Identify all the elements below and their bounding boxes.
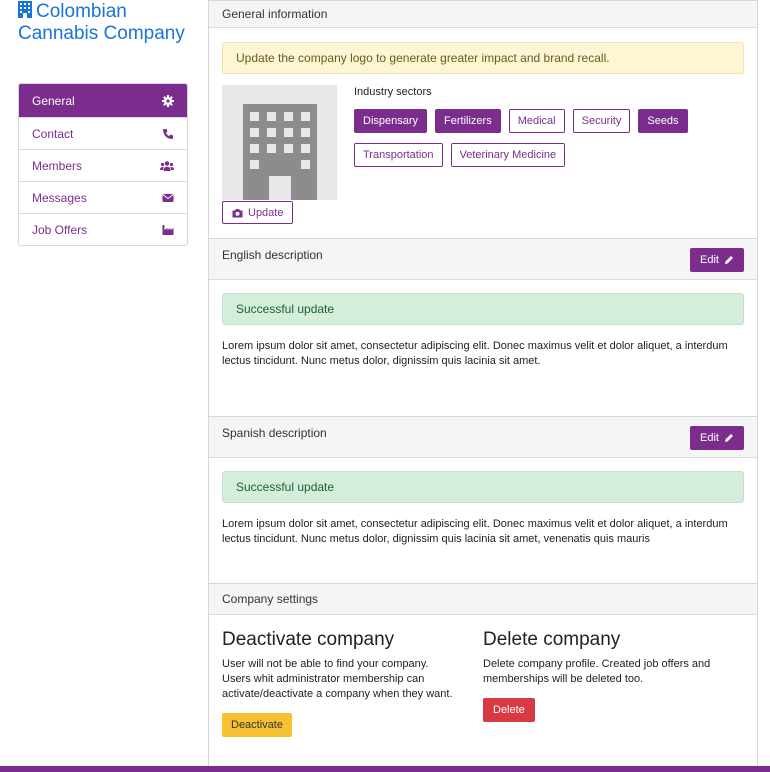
deactivate-text: User will not be able to find your compa… xyxy=(222,658,453,700)
sidebar-item-contact[interactable]: Contact xyxy=(19,117,187,149)
company-title: Colombian Cannabis Company xyxy=(18,1,198,45)
edit-spanish-button[interactable]: Edit xyxy=(690,426,744,450)
general-info-title: General information xyxy=(222,7,328,21)
company-logo xyxy=(222,85,337,200)
company-name: Colombian Cannabis Company xyxy=(18,1,185,44)
gear-icon xyxy=(162,94,174,107)
sidebar-item-label: Contact xyxy=(32,126,74,141)
sector-tag[interactable]: Medical xyxy=(508,109,565,133)
sidebar-item-members[interactable]: Members xyxy=(19,149,187,181)
deactivate-button[interactable]: Deactivate xyxy=(222,713,292,737)
update-label: Update xyxy=(248,206,284,219)
camera-icon xyxy=(232,208,243,217)
factory-icon xyxy=(162,224,174,235)
card-header: Company settings xyxy=(209,584,757,615)
sector-tag[interactable]: Dispensary xyxy=(354,109,428,133)
sidebar-item-messages[interactable]: Messages xyxy=(19,181,187,213)
sector-tag[interactable]: Transportation xyxy=(354,143,443,167)
delete-text: Delete company profile. Created job offe… xyxy=(483,658,711,685)
card-header: Spanish description Edit xyxy=(209,417,757,458)
sidebar-menu: General Contact Members Messages Job Off… xyxy=(18,83,188,246)
envelope-icon xyxy=(162,193,174,202)
building-icon xyxy=(18,1,32,18)
english-success-alert: Successful update xyxy=(222,293,744,325)
deactivate-title: Deactivate company xyxy=(222,629,395,650)
building-icon xyxy=(242,104,317,200)
general-info-card: General information Update the company l… xyxy=(208,0,758,239)
delete-button[interactable]: Delete xyxy=(483,698,535,722)
logo-alert: Update the company logo to generate grea… xyxy=(222,42,744,74)
pencil-icon xyxy=(725,256,733,264)
sector-tag[interactable]: Security xyxy=(572,109,631,133)
phone-icon xyxy=(163,128,173,139)
deactivate-section: Deactivate company User will not be able… xyxy=(222,629,483,737)
sidebar-item-label: Messages xyxy=(32,190,87,205)
delete-title: Delete company xyxy=(483,629,621,650)
sector-tag[interactable]: Veterinary Medicine xyxy=(450,143,566,167)
main-content: General information Update the company l… xyxy=(208,0,758,767)
spanish-description-text: Lorem ipsum dolor sit amet, consectetur … xyxy=(222,518,728,545)
sidebar-item-job-offers[interactable]: Job Offers xyxy=(19,213,187,245)
delete-section: Delete company Delete company profile. C… xyxy=(483,629,744,737)
edit-label: Edit xyxy=(700,254,719,266)
english-description-text: Lorem ipsum dolor sit amet, consectetur … xyxy=(222,340,728,367)
industry-sectors-label: Industry sectors xyxy=(354,86,432,98)
sector-tag[interactable]: Fertilizers xyxy=(435,109,501,133)
footer-bar xyxy=(0,766,770,772)
company-settings-card: Company settings Deactivate company User… xyxy=(208,583,758,767)
update-logo-button[interactable]: Update xyxy=(222,201,294,224)
company-settings-title: Company settings xyxy=(222,592,319,606)
sector-tag[interactable]: Seeds xyxy=(638,109,688,133)
pencil-icon xyxy=(725,434,733,442)
card-header: English description Edit xyxy=(209,239,757,280)
sidebar-item-general[interactable]: General xyxy=(19,84,187,117)
sidebar-item-label: Job Offers xyxy=(32,222,88,237)
english-description-card: English description Edit Successful upda… xyxy=(208,238,758,417)
spanish-success-alert: Successful update xyxy=(222,471,744,503)
edit-label: Edit xyxy=(700,432,719,444)
sidebar-item-label: Members xyxy=(32,158,83,173)
spanish-description-title: Spanish description xyxy=(222,426,327,440)
spanish-description-card: Spanish description Edit Successful upda… xyxy=(208,416,758,584)
english-description-title: English description xyxy=(222,248,323,262)
edit-english-button[interactable]: Edit xyxy=(690,248,744,272)
card-header: General information xyxy=(209,1,757,28)
sidebar-item-label: General xyxy=(32,93,75,108)
industry-sectors-list: Dispensary Fertilizers Medical Security … xyxy=(354,109,744,167)
users-icon xyxy=(160,160,174,171)
